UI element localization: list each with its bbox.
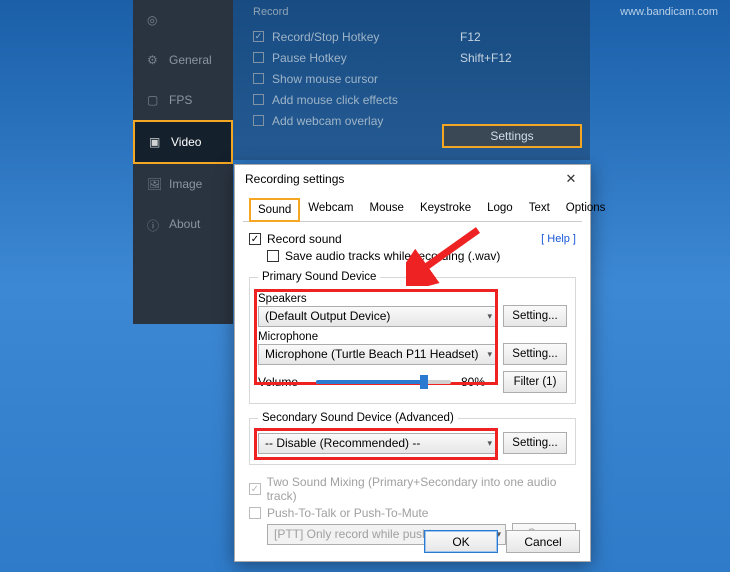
record-row-pause[interactable]: Pause HotkeyShift+F12 bbox=[233, 47, 590, 68]
tab-logo[interactable]: Logo bbox=[479, 197, 521, 221]
video-record-panel: Record Record/Stop HotkeyF12 Pause Hotke… bbox=[233, 0, 590, 160]
sidebar-item-image[interactable]: 🖼Image bbox=[133, 164, 233, 204]
dialog-titlebar: Recording settings ✕ bbox=[235, 165, 590, 193]
record-row-hotkey[interactable]: Record/Stop HotkeyF12 bbox=[233, 26, 590, 47]
two-sound-mixing-label: Two Sound Mixing (Primary+Secondary into… bbox=[267, 475, 576, 503]
checkbox-icon[interactable] bbox=[253, 115, 264, 126]
record-row-click-effects[interactable]: Add mouse click effects bbox=[233, 89, 590, 110]
checkbox-icon[interactable] bbox=[253, 52, 264, 63]
volume-slider[interactable] bbox=[316, 380, 451, 384]
record-sound-label: Record sound bbox=[267, 232, 342, 246]
sidebar-item-fps[interactable]: ▢FPS bbox=[133, 80, 233, 120]
tab-mouse[interactable]: Mouse bbox=[361, 197, 412, 221]
video-settings-button[interactable]: Settings bbox=[442, 124, 582, 148]
settings-sidebar: ◎ ⚙General ▢FPS ▣Video 🖼Image ⓘAbout bbox=[133, 0, 233, 324]
close-icon[interactable]: ✕ bbox=[560, 171, 582, 187]
ptt-checkbox bbox=[249, 507, 261, 519]
cancel-button[interactable]: Cancel bbox=[506, 530, 580, 553]
annotation-arrow-icon bbox=[406, 226, 486, 286]
mic-setting-button[interactable]: Setting... bbox=[503, 343, 567, 365]
tab-webcam[interactable]: Webcam bbox=[300, 197, 361, 221]
tab-text[interactable]: Text bbox=[521, 197, 558, 221]
secondary-sound-fieldset: Secondary Sound Device (Advanced) -- Dis… bbox=[249, 412, 576, 465]
volume-label: Volume bbox=[258, 375, 306, 389]
about-icon: ⓘ bbox=[147, 217, 161, 231]
checkbox-icon[interactable] bbox=[253, 94, 264, 105]
sidebar-item-video[interactable]: ▣Video bbox=[133, 120, 233, 164]
chevron-down-icon: ▾ bbox=[487, 311, 492, 322]
checkbox-icon[interactable] bbox=[253, 73, 264, 84]
secondary-legend: Secondary Sound Device (Advanced) bbox=[258, 412, 458, 424]
checkbox-icon[interactable] bbox=[253, 31, 264, 42]
mic-label: Microphone bbox=[258, 331, 567, 343]
image-icon: 🖼 bbox=[147, 177, 161, 191]
speakers-combo[interactable]: (Default Output Device)▾ bbox=[258, 306, 497, 327]
filter-button[interactable]: Filter (1) bbox=[503, 371, 567, 393]
sidebar-item-general[interactable]: ⚙General bbox=[133, 40, 233, 80]
record-row-mouse-cursor[interactable]: Show mouse cursor bbox=[233, 68, 590, 89]
tab-keystroke[interactable]: Keystroke bbox=[412, 197, 479, 221]
ptt-label: Push-To-Talk or Push-To-Mute bbox=[267, 506, 428, 520]
primary-legend: Primary Sound Device bbox=[258, 271, 380, 283]
ok-button[interactable]: OK bbox=[424, 530, 498, 553]
secondary-setting-button[interactable]: Setting... bbox=[503, 432, 567, 454]
tab-sound[interactable]: Sound bbox=[249, 198, 300, 222]
dialog-buttons: OK Cancel bbox=[424, 530, 580, 553]
two-sound-mixing-checkbox bbox=[249, 483, 261, 495]
dialog-tabs: Sound Webcam Mouse Keystroke Logo Text O… bbox=[243, 197, 582, 222]
sidebar-item-target[interactable]: ◎ bbox=[133, 0, 233, 40]
sidebar-item-about[interactable]: ⓘAbout bbox=[133, 204, 233, 244]
chevron-down-icon: ▾ bbox=[487, 438, 492, 449]
volume-value: 80% bbox=[461, 375, 493, 389]
save-tracks-checkbox[interactable] bbox=[267, 250, 279, 262]
chevron-down-icon: ▾ bbox=[487, 349, 492, 360]
video-icon: ▣ bbox=[149, 135, 163, 149]
record-section-title: Record bbox=[233, 0, 590, 26]
speakers-label: Speakers bbox=[258, 293, 567, 305]
secondary-combo[interactable]: -- Disable (Recommended) --▾ bbox=[258, 433, 497, 454]
target-icon: ◎ bbox=[147, 13, 161, 27]
recording-settings-dialog: Recording settings ✕ Sound Webcam Mouse … bbox=[234, 164, 591, 562]
record-sound-checkbox[interactable] bbox=[249, 233, 261, 245]
tab-options[interactable]: Options bbox=[558, 197, 614, 221]
fps-icon: ▢ bbox=[147, 93, 161, 107]
speakers-setting-button[interactable]: Setting... bbox=[503, 305, 567, 327]
dialog-title: Recording settings bbox=[245, 172, 344, 186]
watermark: www.bandicam.com bbox=[620, 6, 718, 18]
mic-combo[interactable]: Microphone (Turtle Beach P11 Headset)▾ bbox=[258, 344, 497, 365]
primary-sound-fieldset: Primary Sound Device Speakers (Default O… bbox=[249, 271, 576, 404]
gear-icon: ⚙ bbox=[147, 53, 161, 67]
help-link[interactable]: [ Help ] bbox=[541, 233, 576, 245]
